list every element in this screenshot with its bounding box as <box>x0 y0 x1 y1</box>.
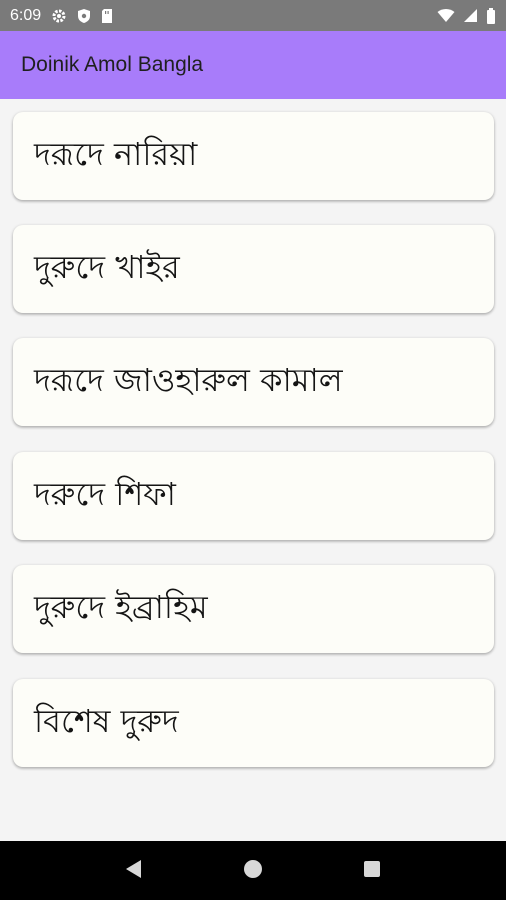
recents-button[interactable] <box>352 851 392 891</box>
list-item-durude-ibrahim[interactable]: দুরুদে ইব্রাহিম <box>13 565 494 653</box>
back-button[interactable] <box>114 851 154 891</box>
list-item-label: দরূদে নারিয়া <box>34 135 198 173</box>
list-item-durude-shifa[interactable]: দরুদে শিফা <box>13 452 494 540</box>
wifi-icon <box>437 8 455 23</box>
system-nav-bar <box>0 841 506 900</box>
battery-icon <box>486 7 496 24</box>
list-item-durude-khair[interactable]: দুরুদে খাইর <box>13 225 494 313</box>
signal-icon <box>463 8 478 23</box>
list-item-label: দরূদে জাওহারুল কামাল <box>34 361 343 399</box>
durud-list: দরূদে নারিয়া দুরুদে খাইর দরূদে জাওহারুল… <box>0 99 506 841</box>
list-item-bishesh-durud[interactable]: বিশেষ দুরুদ <box>13 679 494 767</box>
sd-card-icon <box>101 8 113 24</box>
list-item-label: বিশেষ দুরুদ <box>34 702 179 740</box>
shield-icon <box>77 8 91 24</box>
list-item-label: দুরুদে খাইর <box>34 248 180 286</box>
app-bar: Doinik Amol Bangla <box>0 31 506 99</box>
list-item-durude-jawharul-kamal[interactable]: দরূদে জাওহারুল কামাল <box>13 338 494 426</box>
list-item-durude-nariya[interactable]: দরূদে নারিয়া <box>13 112 494 200</box>
recents-icon <box>363 860 381 882</box>
status-time: 6:09 <box>10 6 42 24</box>
home-button[interactable] <box>233 851 273 891</box>
gear-icon <box>51 8 67 24</box>
status-bar: 6:09 <box>0 0 506 31</box>
home-icon <box>243 859 263 883</box>
list-item-label: দুরুদে ইব্রাহিম <box>34 588 208 626</box>
list-item-label: দরুদে শিফা <box>34 475 176 513</box>
back-icon <box>125 859 143 883</box>
app-title: Doinik Amol Bangla <box>21 53 204 76</box>
